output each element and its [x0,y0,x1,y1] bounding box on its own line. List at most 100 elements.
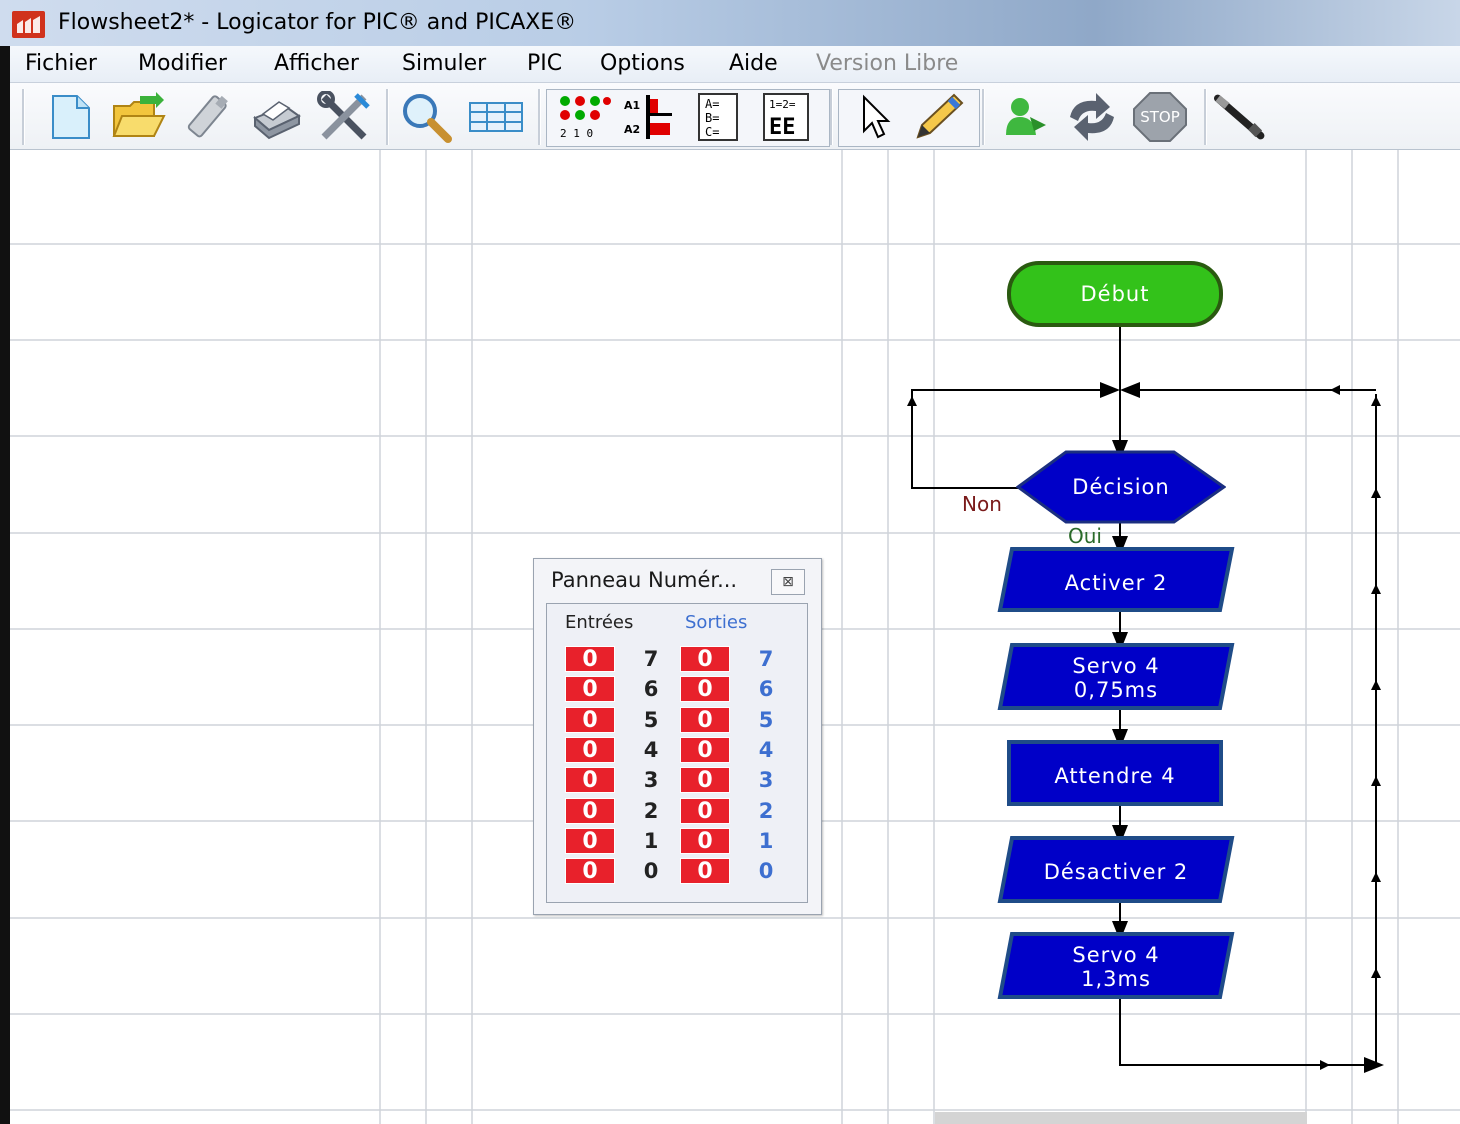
menu-version-libre: Version Libre [816,51,959,76]
input-bit-toggle[interactable]: 0 [565,797,615,824]
tools-button[interactable] [316,91,372,143]
io-row: 0505 [547,706,807,735]
eeprom-button[interactable]: 1=2= EE [758,91,814,143]
step-2-label-line2: 0,75ms [1073,678,1159,702]
menu-options[interactable]: Options [600,51,685,76]
table-button[interactable] [468,91,524,143]
output-bit-indicator: 0 [680,706,730,733]
run-simulation-icon [1006,98,1046,135]
horizontal-scrollbar-thumb[interactable] [935,1112,1307,1124]
input-bit-number: 0 [643,859,659,884]
input-bit-number: 3 [643,768,659,793]
menu-fichier[interactable]: Fichier [25,51,97,76]
input-bit-toggle[interactable]: 0 [565,736,615,763]
close-icon: ⊠ [782,574,794,590]
toolbar-separator [1204,89,1207,145]
select-tool-button[interactable] [846,91,902,143]
panel-io-area: Entrées Sorties 070706060505040403030202… [546,603,808,903]
output-bit-indicator: 0 [680,797,730,824]
io-row: 0606 [547,676,807,704]
zoom-button[interactable] [398,91,454,143]
output-bit-number: 1 [758,828,774,853]
toolbar-separator [22,89,25,145]
pencil-icon [916,93,964,139]
inputs-header: Entrées [565,612,634,633]
analog-label-a2: A2 [624,123,640,136]
io-row: 0303 [547,767,807,795]
title-bar[interactable]: Flowsheet2* - Logicator for PIC® and PIC… [0,0,1460,46]
digital-panel-window[interactable]: Panneau Numér... ⊠ Entrées Sorties 07070… [533,558,822,915]
step-3-label: Attendre 4 [1054,764,1176,788]
io-row: 0707 [547,646,807,674]
panel-close-button[interactable]: ⊠ [771,569,805,595]
menu-modifier[interactable]: Modifier [138,51,227,76]
toolbar: 2 1 0 A1 A2 A= B= C= 1=2= EE STOP [10,83,1460,150]
input-bit-toggle[interactable]: 0 [565,827,615,854]
draw-tool-button[interactable] [910,91,966,143]
flowchart-canvas[interactable]: Début Décision Non Oui Activer 2 Servo 4… [10,150,1460,1124]
input-bit-toggle[interactable]: 0 [565,676,615,703]
output-bit-indicator: 0 [680,736,730,763]
eeprom-label-top: 1=2= [769,98,796,111]
application-window: Flowsheet2* - Logicator for PIC® and PIC… [0,0,1460,1124]
eeprom-icon: 1=2= EE [763,93,809,141]
decision-label: Décision [1072,475,1170,499]
eeprom-label-main: EE [769,115,796,140]
output-bit-number: 7 [758,647,774,671]
step-2-label-line1: Servo 4 [1072,654,1160,678]
probe-button[interactable] [1214,91,1270,143]
output-bit-indicator: 0 [680,767,730,794]
menu-bar: Fichier Modifier Afficher Simuler PIC Op… [10,46,1460,83]
step-4-label: Désactiver 2 [1043,860,1189,884]
output-bit-indicator: 0 [680,646,730,672]
output-bit-indicator: 0 [680,858,730,885]
output-bit-number: 3 [758,768,774,793]
step-5-label-line2: 1,3ms [1081,967,1151,991]
digital-panel-icon: 2 1 0 [560,96,611,140]
outputs-header: Sorties [685,612,748,633]
no-branch-label: Non [962,492,1002,516]
io-row: 0202 [547,797,807,826]
io-row: 0000 [547,858,807,886]
menu-afficher[interactable]: Afficher [274,51,359,76]
analog-label-a1: A1 [624,99,640,112]
stop-button[interactable]: STOP [1132,91,1188,143]
panel-title: Panneau Numér... [551,568,738,592]
refresh-button[interactable] [1064,91,1120,143]
run-button[interactable] [994,91,1050,143]
digital-panel-icon-label: 2 1 0 [560,127,593,140]
menu-aide[interactable]: Aide [729,51,778,76]
yes-branch-label: Oui [1068,524,1102,548]
start-label: Début [1080,282,1150,306]
print-icon [253,101,301,140]
open-folder-icon [112,92,166,137]
variables-icon: A= B= C= [698,93,738,141]
menu-pic[interactable]: PIC [527,51,562,76]
new-document-button[interactable] [42,91,98,143]
download-button[interactable] [180,91,236,143]
input-bit-number: 5 [643,707,659,732]
print-button[interactable] [248,91,304,143]
analog-panel-button[interactable]: A1 A2 [622,91,678,143]
stop-icon: STOP [1133,92,1187,142]
toolbar-separator [982,89,985,145]
digital-panel-button[interactable]: 2 1 0 [556,91,612,143]
input-bit-toggle[interactable]: 0 [565,858,615,885]
output-bit-number: 6 [758,677,774,702]
window-title: Flowsheet2* - Logicator for PIC® and PIC… [58,10,577,35]
zoom-icon [403,94,452,143]
variables-button[interactable]: A= B= C= [690,91,746,143]
input-bit-toggle[interactable]: 0 [565,646,615,672]
input-bit-toggle[interactable]: 0 [565,706,615,733]
output-bit-number: 0 [758,859,774,884]
analog-panel-icon: A1 A2 [624,95,672,139]
input-bit-toggle[interactable]: 0 [565,767,615,794]
input-bit-number: 4 [643,737,659,762]
input-bit-number: 1 [643,828,659,853]
output-bit-number: 2 [758,798,774,823]
menu-simuler[interactable]: Simuler [402,51,486,76]
toolbar-separator [830,89,833,145]
select-pointer-icon [863,94,891,139]
open-button[interactable] [110,91,166,143]
output-bit-indicator: 0 [680,827,730,854]
